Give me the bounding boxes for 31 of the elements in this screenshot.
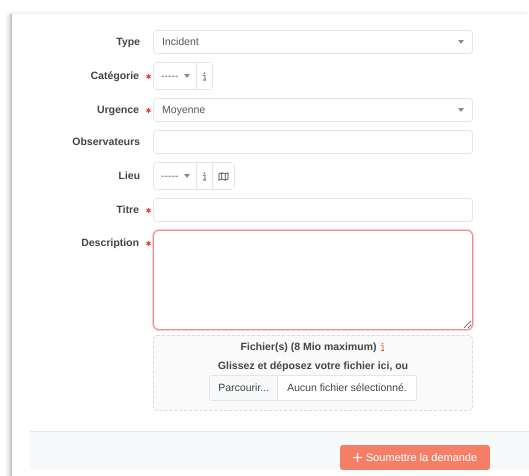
plus-icon xyxy=(352,453,362,462)
caret-icon xyxy=(184,174,190,178)
map-icon xyxy=(218,172,230,180)
info-button[interactable] xyxy=(196,63,212,89)
caret-icon xyxy=(458,40,464,44)
file-drop-zone[interactable]: Fichier(s) (8 Mio maximum) Glissez et déposez votre fichier ici, ou Parcourir... Aucun fichier sélectionné. xyxy=(153,335,473,411)
select-field[interactable]: Incident xyxy=(153,30,473,54)
file-field[interactable]: Parcourir... Aucun fichier sélectionné. xyxy=(209,375,417,401)
select-field[interactable]: Moyenne xyxy=(153,98,473,122)
browse-button[interactable]: Parcourir... xyxy=(210,376,278,400)
field-label: Catégorie xyxy=(90,70,139,82)
drop-hint: Glissez et déposez votre fichier ici, ou xyxy=(218,360,408,372)
select-field[interactable]: ----- xyxy=(154,63,196,89)
info-icon xyxy=(202,72,208,80)
caret-icon xyxy=(458,108,464,112)
field-label: Titre xyxy=(116,204,139,216)
description-field[interactable] xyxy=(153,230,473,330)
field-label: Lieu xyxy=(118,170,140,182)
info-icon xyxy=(202,172,208,180)
text-field[interactable] xyxy=(153,130,473,154)
text-field[interactable] xyxy=(153,198,473,222)
select-field[interactable]: ----- xyxy=(154,163,196,189)
field-label: Type xyxy=(116,36,140,48)
caret-icon xyxy=(184,74,190,78)
file-status: Aucun fichier sélectionné. xyxy=(286,381,408,396)
upload-title: Fichier(s) (8 Mio maximum) xyxy=(240,341,376,353)
field-label: Observateurs xyxy=(72,136,140,148)
map-button[interactable] xyxy=(212,163,234,189)
info-icon xyxy=(380,342,386,352)
field-label: Urgence xyxy=(96,104,139,116)
field-label: Description xyxy=(81,237,139,249)
